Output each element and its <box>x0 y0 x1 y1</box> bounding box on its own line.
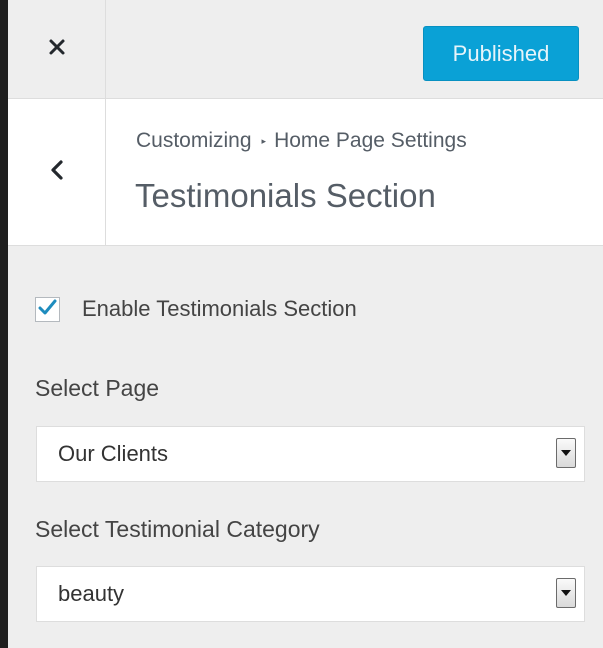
close-icon <box>47 37 67 61</box>
breadcrumb-separator: ▸ <box>261 135 267 146</box>
published-button[interactable]: Published <box>423 26 579 81</box>
select-category-value: beauty <box>58 581 125 606</box>
customizer-panel: Published Customizing ▸ Home Page Settin… <box>8 0 603 648</box>
enable-testimonials-checkbox[interactable] <box>35 296 60 322</box>
select-page-dropdown[interactable]: Our Clients <box>36 426 585 482</box>
select-category-label: Select Testimonial Category <box>35 516 320 542</box>
window-edge <box>0 0 8 648</box>
back-button[interactable] <box>8 99 106 245</box>
breadcrumb-root: Customizing <box>136 129 252 152</box>
section-title: Testimonials Section <box>135 177 436 214</box>
close-button[interactable] <box>8 0 106 98</box>
breadcrumb-parent: Home Page Settings <box>274 129 467 152</box>
dropdown-arrow-icon[interactable] <box>556 438 576 468</box>
select-page-value: Our Clients <box>58 441 169 466</box>
dropdown-arrow-icon[interactable] <box>556 578 576 608</box>
section-header: Customizing ▸ Home Page Settings Testimo… <box>8 99 603 246</box>
select-category-dropdown[interactable]: beauty <box>36 566 585 622</box>
breadcrumb: Customizing ▸ Home Page Settings <box>136 129 467 153</box>
enable-testimonials-label: Enable Testimonials Section <box>82 296 357 321</box>
select-page-label: Select Page <box>35 375 160 401</box>
checkmark-icon <box>38 299 57 320</box>
enable-testimonials-row: Enable Testimonials Section <box>35 296 357 322</box>
customizer-header: Published <box>8 0 603 99</box>
chevron-left-icon <box>49 158 65 186</box>
